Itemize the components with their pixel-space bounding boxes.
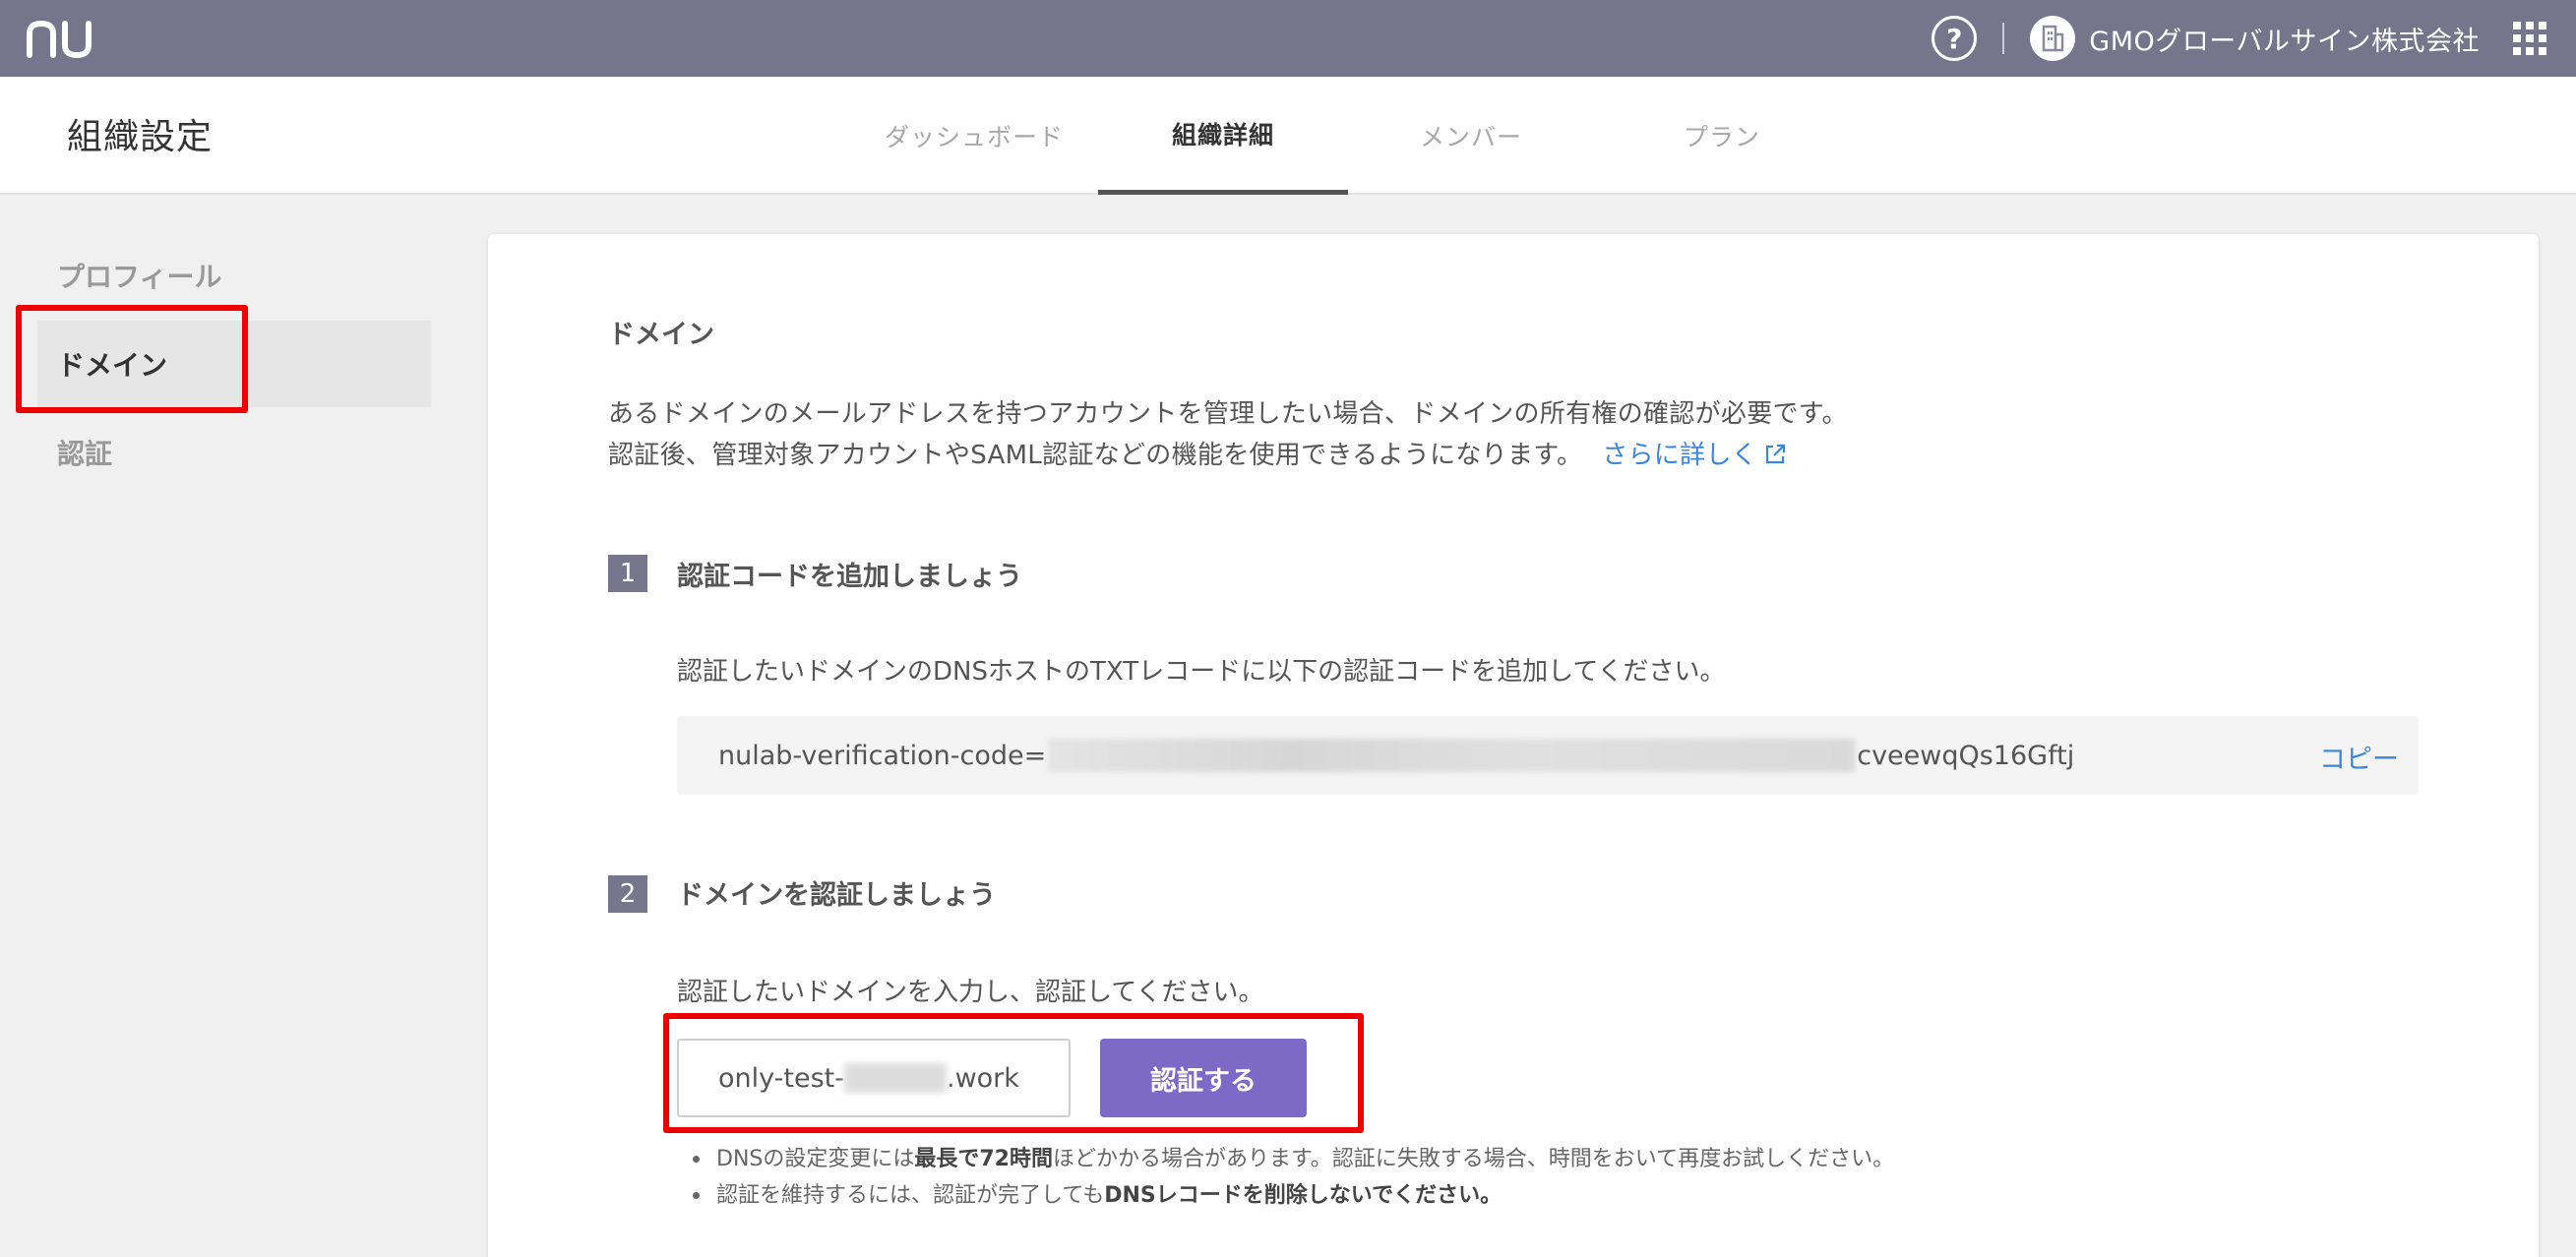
- domain-input-redacted: [843, 1063, 947, 1093]
- app-grid-icon[interactable]: [2513, 22, 2546, 55]
- organization-name[interactable]: GMOグローバルサイン株式会社: [2089, 20, 2480, 58]
- description-text: 認証後、管理対象アカウントやSAML認証などの機能を使用できるようになります。: [608, 441, 1583, 470]
- verification-code-prefix: nulab-verification-code=: [718, 740, 1047, 771]
- step-1-title: 認証コードを追加しましょう: [677, 562, 1022, 592]
- domain-input-prefix: only-test-: [718, 1062, 844, 1094]
- top-bar: ? GMOグローバルサイン株式会社: [0, 0, 2576, 77]
- verify-button[interactable]: 認証する: [1100, 1039, 1307, 1117]
- section-title: ドメイン: [608, 320, 714, 350]
- domain-input[interactable]: only-test- .work: [677, 1039, 1071, 1117]
- tab-members[interactable]: メンバー: [1368, 77, 1574, 195]
- help-icon[interactable]: ?: [1932, 16, 1978, 61]
- note-emphasis: 最長で72時間: [914, 1147, 1053, 1171]
- page-title: 組織設定: [67, 117, 214, 157]
- description-line-2: 認証後、管理対象アカウントやSAML認証などの機能を使用できるようになります。さ…: [608, 435, 1787, 471]
- tab-plan[interactable]: プラン: [1624, 77, 1820, 195]
- building-icon[interactable]: [2030, 16, 2076, 61]
- nulab-logo[interactable]: [26, 16, 94, 61]
- note-text: ほどかかる場合があります。認証に失敗する場合、時間をおいて再度お試しください。: [1053, 1147, 1895, 1171]
- step-1-text: 認証したいドメインのDNSホストのTXTレコードに以下の認証コードを追加してくだ…: [677, 657, 1726, 687]
- sidebar-item-profile[interactable]: プロフィール: [37, 232, 431, 319]
- page-header: 組織設定 ダッシュボード 組織詳細 メンバー プラン: [0, 77, 2576, 195]
- note-item: DNSの設定変更には最長で72時間ほどかかる場合があります。認証に失敗する場合、…: [689, 1141, 1894, 1177]
- top-bar-actions: ? GMOグローバルサイン株式会社: [1932, 0, 2546, 77]
- divider: [2002, 23, 2005, 54]
- verification-code-box: nulab-verification-code= cveewqQs16Gftj コ…: [677, 716, 2419, 795]
- verification-code-suffix: cveewqQs16Gftj: [1857, 740, 2075, 771]
- note-emphasis: DNSレコードを削除しないでください。: [1104, 1183, 1503, 1208]
- tab-organization-details[interactable]: 組織詳細: [1098, 77, 1348, 195]
- step-2-number: 2: [608, 875, 647, 913]
- domain-input-suffix: .work: [946, 1062, 1019, 1094]
- copy-button[interactable]: コピー: [2319, 738, 2399, 776]
- sidebar-item-authentication[interactable]: 認証: [37, 409, 431, 496]
- learn-more-label[interactable]: さらに詳しく: [1602, 441, 1757, 470]
- note-text: 認証を維持するには、認証が完了しても: [716, 1183, 1105, 1208]
- step-2-text: 認証したいドメインを入力し、認証してください。: [677, 978, 1264, 1007]
- tab-dashboard[interactable]: ダッシュボード: [866, 77, 1082, 195]
- learn-more-link[interactable]: さらに詳しく: [1602, 441, 1787, 470]
- note-text: DNSの設定変更には: [716, 1147, 915, 1171]
- external-link-icon: [1765, 444, 1786, 464]
- step-1-number: 1: [608, 555, 647, 592]
- notes-list: DNSの設定変更には最長で72時間ほどかかる場合があります。認証に失敗する場合、…: [689, 1141, 1894, 1214]
- note-item: 認証を維持するには、認証が完了してもDNSレコードを削除しないでください。: [689, 1177, 1894, 1214]
- sidebar-item-domain[interactable]: ドメイン: [37, 321, 431, 407]
- step-2-title: ドメインを認証しましょう: [677, 880, 996, 911]
- description-line-1: あるドメインのメールアドレスを持つアカウントを管理したい場合、ドメインの所有権の…: [608, 399, 1848, 429]
- verification-code-redacted: [1048, 739, 1856, 772]
